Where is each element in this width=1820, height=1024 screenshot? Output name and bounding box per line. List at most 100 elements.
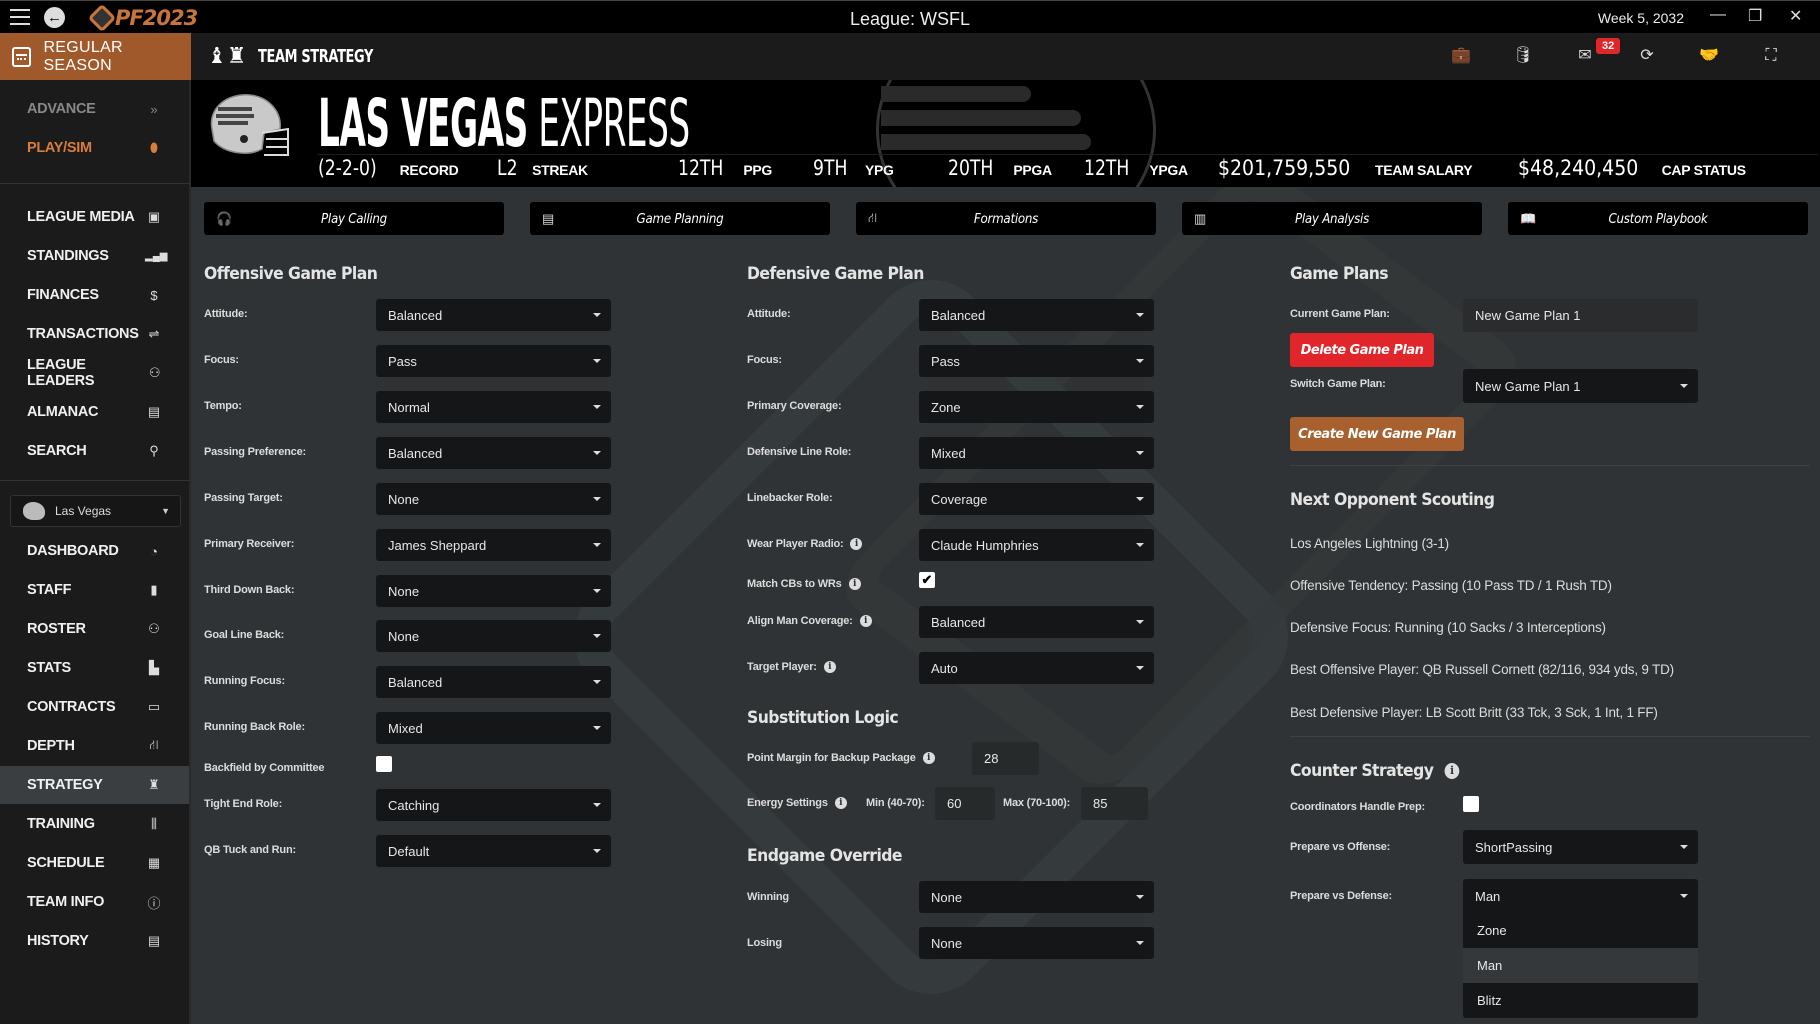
field-label: Tight End Role: [204, 798, 283, 810]
offense-passing-preference-select[interactable]: Balanced [376, 437, 611, 469]
info-icon[interactable]: i [848, 578, 861, 590]
archive-icon: ▤ [147, 933, 161, 948]
caret-down-icon [1136, 666, 1144, 670]
defense-target-player-select[interactable]: Auto [919, 652, 1154, 684]
sidebar-item-play-sim[interactable]: PLAY/SIM ⬮ [0, 129, 189, 167]
sidebar-item-stats[interactable]: STATS ▙ [0, 649, 189, 687]
defense-align-man-coverage-select[interactable]: Balanced [919, 606, 1154, 638]
section-divider [1290, 465, 1810, 466]
offense-passing-target-select[interactable]: None [376, 483, 611, 515]
sidebar-item-transactions[interactable]: TRANSACTIONS ⇌ [0, 315, 189, 353]
offense-tempo-select[interactable]: Normal [376, 391, 611, 423]
sidebar-item-dashboard[interactable]: DASHBOARD ◔ [0, 532, 189, 570]
minimize-button[interactable]: — [1710, 6, 1726, 24]
offense-goal-line-back-select[interactable]: None [376, 620, 611, 652]
sidebar-item-schedule[interactable]: SCHEDULE ▦ [0, 844, 189, 882]
defense-focus-select[interactable]: Pass [919, 345, 1154, 377]
offense-focus-select[interactable]: Pass [376, 345, 611, 377]
field-label: Point Margin for Backup Package i [747, 752, 935, 764]
field-label: Backfield by Committee [204, 762, 325, 774]
info-icon[interactable]: i [1444, 763, 1460, 779]
point-margin-input[interactable]: 28 [972, 742, 1039, 775]
tab-play-analysis[interactable]: ▥ Play Analysis [1182, 202, 1482, 235]
sidebar-item-depth[interactable]: DEPTH ⛙ [0, 727, 189, 765]
switch-game-plan-select[interactable]: New Game Plan 1 [1463, 369, 1698, 403]
dropdown-option-man[interactable]: Man [1463, 948, 1698, 983]
sidebar-item-league-leaders[interactable]: LEAGUE LEADERS ⚇ [0, 354, 189, 392]
dropdown-option-zone[interactable]: Zone [1463, 913, 1698, 948]
sidebar-item-league-media[interactable]: LEAGUE MEDIA ▣ [0, 198, 189, 236]
binoculars-icon[interactable]: ⛶ [1760, 45, 1782, 67]
field-label: Switch Game Plan: [1290, 378, 1386, 390]
offense-third-down-back-select[interactable]: None [376, 575, 611, 607]
current-game-plan-input[interactable]: New Game Plan 1 [1463, 299, 1698, 332]
info-icon[interactable]: i [823, 661, 836, 673]
info-icon[interactable]: i [834, 797, 847, 809]
sidebar-item-search[interactable]: SEARCH ⚲ [0, 432, 189, 470]
sidebar-item-training[interactable]: TRAINING ⫼ [0, 805, 189, 843]
signal-bars-icon: ▂▄▆ [145, 250, 168, 262]
info-icon[interactable]: i [850, 538, 863, 550]
offense-running-focus-select[interactable]: Balanced [376, 666, 611, 698]
prepare-vs-offense-select[interactable]: ShortPassing [1463, 830, 1698, 864]
coordinators-handle-prep-checkbox[interactable] [1463, 796, 1479, 812]
endgame-winning-select[interactable]: None [919, 881, 1154, 913]
offense-primary-receiver-select[interactable]: James Sheppard [376, 529, 611, 561]
caret-down-icon [1680, 845, 1688, 849]
refresh-icon[interactable]: ⟳ [1636, 45, 1658, 67]
sidebar-item-standings[interactable]: STANDINGS ▂▄▆ [0, 237, 189, 275]
tab-game-planning[interactable]: ▤ Game Planning [530, 202, 830, 235]
backfield-by-committee-checkbox[interactable] [376, 756, 392, 772]
restore-button[interactable]: ❐ [1748, 6, 1762, 26]
database-icon[interactable]: 🛢 [1512, 45, 1534, 67]
title-bar: ← PF2023 League: WSFL Week 5, 2032 — ❐ ✕ [0, 0, 1820, 33]
mail-icon[interactable]: ✉ [1574, 45, 1596, 67]
energy-max-input[interactable]: 85 [1081, 787, 1148, 820]
prepare-vs-defense-select[interactable]: Man [1463, 879, 1698, 913]
caret-down-icon [1136, 313, 1144, 317]
sidebar: ADVANCE » PLAY/SIM ⬮ LEAGUE MEDIA ▣ STAN… [0, 80, 191, 1024]
delete-game-plan-button[interactable]: Delete Game Plan [1290, 333, 1434, 367]
defense-primary-coverage-select[interactable]: Zone [919, 391, 1154, 423]
sidebar-item-roster[interactable]: ROSTER ⚇ [0, 610, 189, 648]
defense-attitude-select[interactable]: Balanced [919, 299, 1154, 331]
prepare-vs-defense-dropdown: Zone Man Blitz [1463, 913, 1698, 1018]
offense-attitude-select[interactable]: Balanced [376, 299, 611, 331]
offense-running-back-role-select[interactable]: Mixed [376, 712, 611, 744]
close-button[interactable]: ✕ [1789, 6, 1802, 26]
team-selector[interactable]: Las Vegas ▼ [10, 495, 181, 527]
sidebar-item-almanac[interactable]: ALMANAC ▤ [0, 393, 189, 431]
tab-custom-playbook[interactable]: 📖 Custom Playbook [1508, 202, 1808, 235]
tab-play-calling[interactable]: 🎧 Play Calling [204, 202, 504, 235]
endgame-losing-select[interactable]: None [919, 927, 1154, 959]
regular-season-button[interactable]: REGULAR SEASON [0, 33, 191, 80]
defense-line-role-select[interactable]: Mixed [919, 437, 1154, 469]
info-icon[interactable]: i [922, 752, 935, 764]
defense-linebacker-role-select[interactable]: Coverage [919, 483, 1154, 515]
caret-down-icon [1136, 405, 1144, 409]
field-label: Winning [747, 891, 789, 903]
sidebar-item-staff[interactable]: STAFF ▮ [0, 571, 189, 609]
users-icon: ⚇ [148, 621, 160, 636]
sidebar-item-advance[interactable]: ADVANCE » [0, 90, 189, 128]
energy-min-input[interactable]: 60 [935, 787, 995, 820]
info-icon[interactable]: i [859, 615, 872, 627]
sidebar-item-history[interactable]: HISTORY ▤ [0, 922, 189, 960]
sidebar-item-team-info[interactable]: TEAM INFO ⓘ [0, 883, 189, 921]
dropdown-option-blitz[interactable]: Blitz [1463, 983, 1698, 1018]
caret-down-icon [593, 497, 601, 501]
bar-chart-icon: ▙ [149, 660, 159, 675]
caret-down-icon [593, 543, 601, 547]
create-new-game-plan-button[interactable]: Create New Game Plan [1290, 417, 1464, 451]
sidebar-item-strategy[interactable]: STRATEGY ♜ [0, 766, 189, 804]
handshake-icon[interactable]: 🤝 [1698, 45, 1720, 67]
tab-formations[interactable]: ⛙ Formations [856, 202, 1156, 235]
match-cbs-to-wrs-checkbox[interactable]: ✔ [919, 572, 935, 588]
stat-ppg: 12TH PPG [678, 156, 773, 180]
offense-tight-end-role-select[interactable]: Catching [376, 789, 611, 821]
sidebar-item-finances[interactable]: FINANCES $ [0, 276, 189, 314]
briefcase-icon[interactable]: 💼 [1450, 45, 1472, 67]
defense-wear-player-radio-select[interactable]: Claude Humphries [919, 529, 1154, 561]
sidebar-item-contracts[interactable]: CONTRACTS ▭ [0, 688, 189, 726]
offense-qb-tuck-and-run-select[interactable]: Default [376, 835, 611, 867]
